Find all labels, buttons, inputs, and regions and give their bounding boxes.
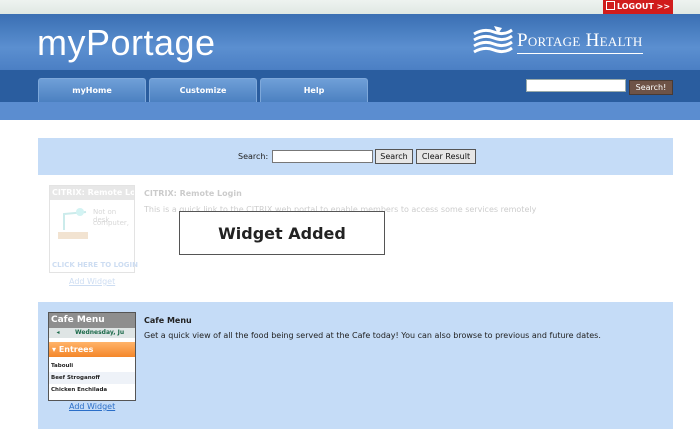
tab-help[interactable]: Help <box>260 78 368 103</box>
cafe-thumb-item: Beef Stroganoff <box>49 372 135 384</box>
clear-result-button[interactable]: Clear Result <box>416 149 476 164</box>
cafe-thumb-date-row: ◂ Wednesday, Ju <box>49 328 135 338</box>
cafe-thumb-section: ▾ Entrees <box>49 342 135 357</box>
citrix-thumb-title: CITRIX: Remote Login <box>50 186 134 200</box>
widget-search-panel: Search: Search Clear Result <box>38 138 673 175</box>
site-search-button[interactable]: Search! <box>629 80 673 95</box>
sub-header-band <box>0 102 700 120</box>
cafe-thumb-section-label: Entrees <box>58 345 94 354</box>
citrix-thumb-footer: CLICK HERE TO LOGIN <box>52 261 138 269</box>
cafe-widget-description: Get a quick view of all the food being s… <box>144 331 601 340</box>
widget-search-input[interactable] <box>272 150 373 163</box>
site-brand[interactable]: myPortage <box>37 22 216 64</box>
top-strip <box>0 0 700 14</box>
collapse-arrow-icon: ▾ <box>52 345 59 354</box>
cafe-thumb-item: Chicken Enchilada <box>51 387 108 393</box>
logout-button[interactable]: LOGOUT >> <box>603 0 673 14</box>
tab-myhome[interactable]: myHome <box>38 78 146 103</box>
cafe-thumb-item: Tabouli <box>51 363 74 369</box>
header: myPortage Portage Health <box>0 14 700 71</box>
citrix-thumbnail: CITRIX: Remote Login Not on desk compute… <box>49 185 138 273</box>
logout-label: LOGOUT >> <box>616 2 671 11</box>
citrix-add-widget-link[interactable]: Add Widget <box>69 277 115 286</box>
widget-cafe-menu: Cafe Menu ◂ Wednesday, Ju ▾ Entrees Tabou… <box>38 302 673 429</box>
cafe-thumb-date: Wednesday, Ju <box>75 329 125 336</box>
cafe-add-widget-link[interactable]: Add Widget <box>69 402 115 411</box>
site-search-input[interactable] <box>526 79 626 92</box>
citrix-widget-title: CITRIX: Remote Login <box>144 189 242 198</box>
widget-search-button[interactable]: Search <box>375 149 413 164</box>
portage-health-logo-icon <box>473 26 513 54</box>
lock-icon <box>605 1 615 10</box>
cafe-thumb-prev-icon: ◂ <box>56 329 60 336</box>
widget-added-toast: Widget Added <box>179 211 385 255</box>
cafe-thumb-title: Cafe Menu <box>49 313 135 328</box>
portage-health-logo-text[interactable]: Portage Health <box>517 30 643 54</box>
citrix-thumb-text-2: computer, <box>93 219 129 227</box>
widget-search-label: Search: <box>238 152 269 161</box>
monitor-icon <box>58 208 88 239</box>
tab-customize[interactable]: Customize <box>149 78 257 103</box>
cafe-menu-thumbnail[interactable]: Cafe Menu ◂ Wednesday, Ju ▾ Entrees Tabou… <box>48 312 136 401</box>
cafe-widget-title: Cafe Menu <box>144 316 192 325</box>
